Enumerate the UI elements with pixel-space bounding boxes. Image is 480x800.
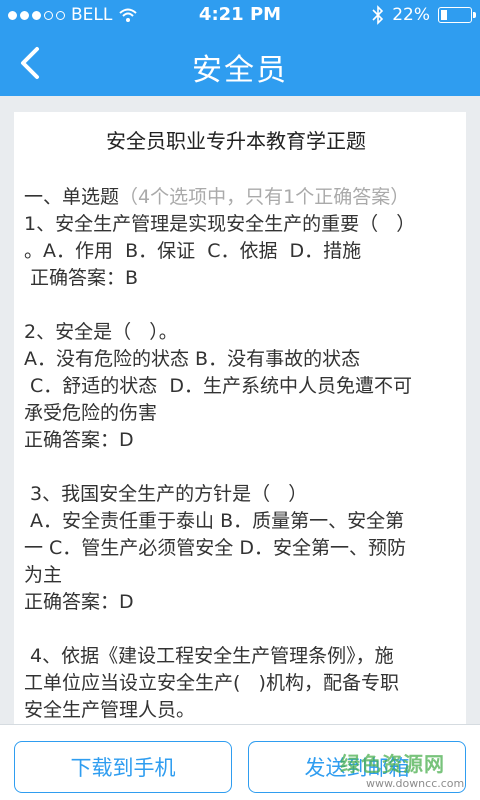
battery-percent: 22% — [392, 5, 430, 25]
document-body: 1、安全生产管理是实现安全生产的重要（ ） 。A．作用 B．保证 C．依据 D．措… — [24, 211, 448, 724]
document-line: 承受危险的伤害 — [24, 402, 158, 424]
document-line: 。A．作用 B．保证 C．依据 D．措施 — [24, 240, 362, 262]
document-line: 4、依据《建设工程安全生产管理条例》，施 — [24, 645, 394, 667]
section-heading-line: 一、单选题（4个选项中，只有1个正确答案） — [24, 184, 448, 211]
document-line: C．舒适的状态 D．生产系统中人员免遭不可 — [24, 375, 413, 397]
document-line: 1、安全生产管理是实现安全生产的重要（ ） — [24, 213, 416, 235]
bottom-action-bar: 下载到手机 发送到邮箱 — [0, 724, 480, 800]
download-to-phone-button[interactable]: 下载到手机 — [14, 741, 232, 793]
document-line: 2、安全是（ ）。 — [24, 321, 178, 343]
battery-icon — [438, 7, 476, 23]
document-line: 正确答案：D — [24, 591, 134, 613]
battery-level — [441, 10, 447, 20]
section-hint: （4个选项中，只有1个正确答案） — [119, 186, 410, 208]
section-heading: 一、单选题 — [24, 186, 120, 208]
document-line: 正确答案：D — [24, 429, 134, 451]
nav-bar: 安全员 — [0, 30, 480, 96]
send-to-email-button[interactable]: 发送到邮箱 — [248, 741, 466, 793]
bluetooth-icon — [372, 5, 384, 25]
page-title: 安全员 — [192, 53, 288, 88]
document-line: 一 C．管生产必须管安全 D．安全第一、预防 — [24, 537, 406, 559]
document-line: A．没有危险的状态 B．没有事故的状态 — [24, 348, 361, 370]
document-card[interactable]: 安全员职业专升本教育学正题 一、单选题（4个选项中，只有1个正确答案） 1、安全… — [14, 112, 466, 724]
document-line: 正确答案：B — [24, 267, 139, 289]
status-bar: BELL 4:21 PM 22% — [0, 0, 480, 30]
document-line: A．安全责任重于泰山 B．质量第一、安全第 — [24, 510, 405, 532]
status-right: 22% — [372, 5, 476, 25]
document-line: 工单位应当设立安全生产( )机构，配备专职 — [24, 672, 399, 694]
document-line: 为主 — [24, 564, 63, 586]
document-line: 3、我国安全生产的方针是（ ） — [24, 483, 308, 505]
document-title: 安全员职业专升本教育学正题 — [106, 129, 366, 153]
document-line: 安全生产管理人员。 — [24, 699, 196, 721]
